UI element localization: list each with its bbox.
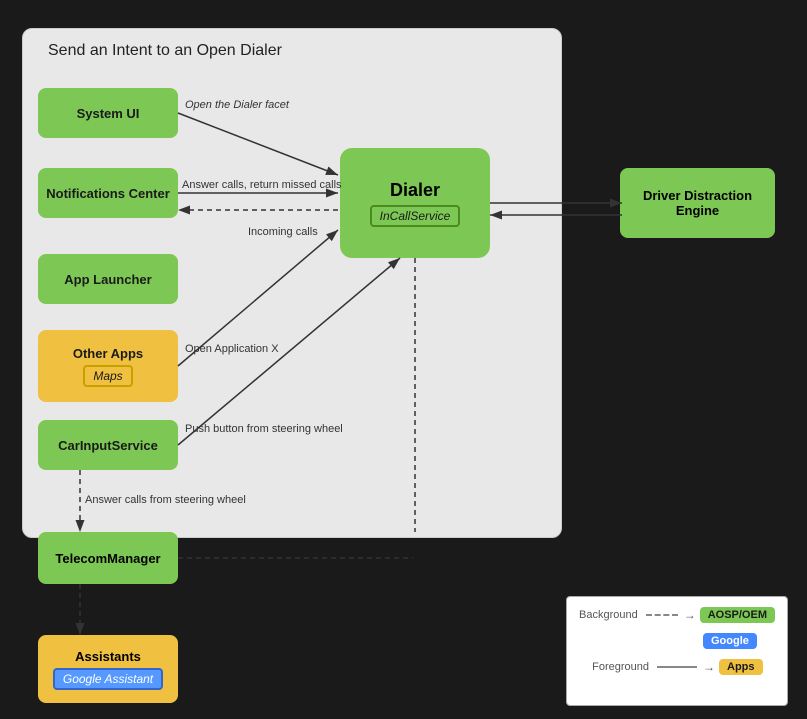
legend-arrow-apps: → <box>703 660 715 674</box>
assistants-box: Assistants Google Assistant <box>38 635 178 703</box>
legend-chip-google: Google <box>703 633 757 649</box>
maps-inner-box: Maps <box>83 365 132 387</box>
legend-foreground-row: Foreground → Apps <box>579 659 775 675</box>
telecom-manager-box: TelecomManager <box>38 532 178 584</box>
driver-distraction-box: Driver Distraction Engine <box>620 168 775 238</box>
legend-foreground-label: Foreground <box>579 661 649 673</box>
system-ui-box: System UI <box>38 88 178 138</box>
notifications-center-box: Notifications Center <box>38 168 178 218</box>
legend-box: Background → AOSP/OEM Google Foreground … <box>566 596 788 706</box>
legend-chip-aosp: AOSP/OEM <box>700 607 775 623</box>
legend-background-row: Background → AOSP/OEM <box>579 607 775 623</box>
app-launcher-box: App Launcher <box>38 254 178 304</box>
legend-dashed-line <box>646 614 678 616</box>
legend-solid-line <box>657 666 697 668</box>
diagram-title: Send an Intent to an Open Dialer <box>48 42 282 60</box>
in-call-service-box: InCallService <box>370 205 461 227</box>
dialer-box: Dialer InCallService <box>340 148 490 258</box>
other-apps-box: Other Apps Maps <box>38 330 178 402</box>
legend-arrow-aosp: → <box>684 608 696 622</box>
legend-google-row: Google <box>579 633 775 649</box>
legend-background-label: Background <box>579 609 638 621</box>
car-input-service-box: CarInputService <box>38 420 178 470</box>
legend-chip-apps: Apps <box>719 659 763 675</box>
google-assistant-box: Google Assistant <box>53 668 163 690</box>
